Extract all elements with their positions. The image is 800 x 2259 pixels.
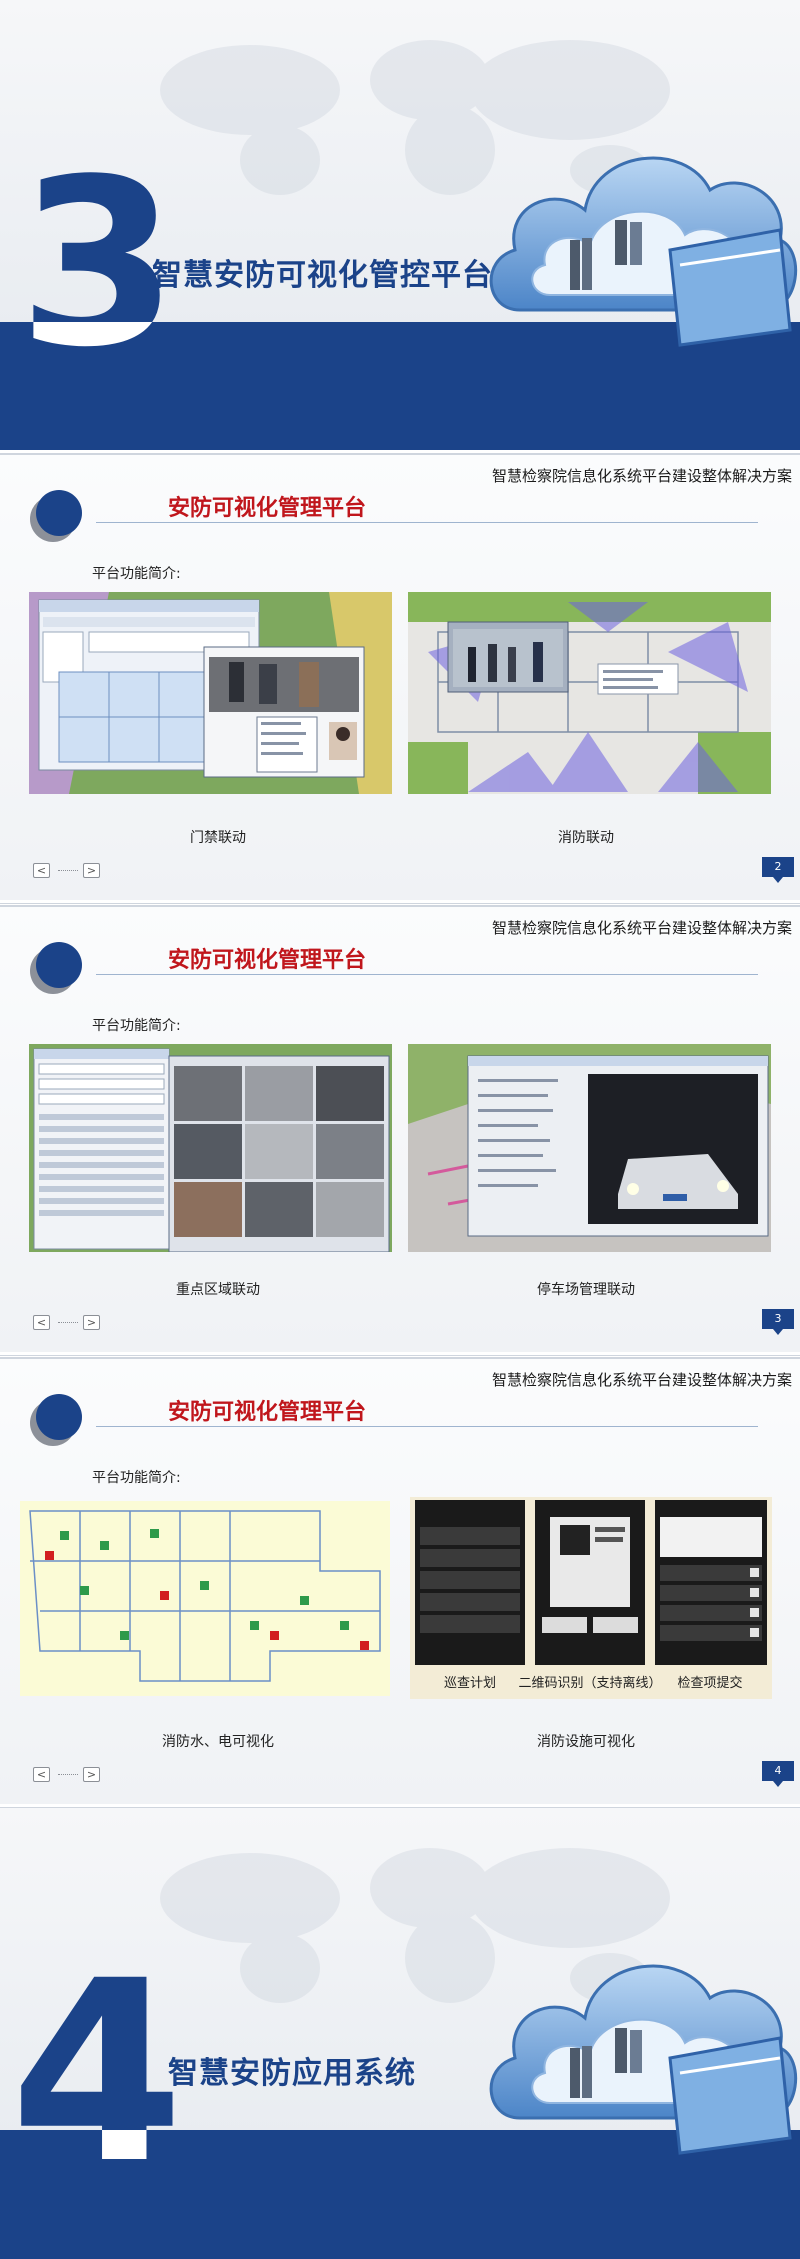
caption-right: 停车场管理联动 [537, 1282, 635, 1298]
section-title: 智慧安防应用系统 [168, 2056, 416, 2091]
decor-circle [36, 1394, 82, 1440]
heading-rule [96, 522, 758, 523]
caption-left: 门禁联动 [190, 830, 246, 846]
section-slide-4: 4 4 智慧安防应用系统 [0, 1808, 800, 2259]
slide-separator [0, 1804, 800, 1807]
intro-label: 平台功能简介: [92, 1018, 181, 1034]
section-slide-3: 3 3 智慧安防可视化管控平台 [0, 0, 800, 450]
cloud-folder-icon [489, 156, 798, 347]
phone-label-1: 巡查计划 [444, 1676, 496, 1691]
caption-right: 消防联动 [558, 830, 614, 846]
page-number-badge: 4 [762, 1761, 794, 1787]
caption-left: 消防水、电可视化 [162, 1734, 274, 1750]
slide-subtitle: 智慧检察院信息化系统平台建设整体解决方案 [491, 1371, 792, 1389]
content-slide-2: 智慧检察院信息化系统平台建设整体解决方案 安防可视化管理平台 平台功能简介: 门… [0, 453, 800, 904]
next-button[interactable]: > [83, 1767, 100, 1782]
slide-heading: 安防可视化管理平台 [168, 1400, 367, 1425]
nav-dots [58, 1322, 78, 1323]
caption-right: 消防设施可视化 [537, 1734, 635, 1750]
slide-heading: 安防可视化管理平台 [168, 496, 367, 521]
next-button[interactable]: > [83, 1315, 100, 1330]
phone-label-3: 检查项提交 [677, 1675, 742, 1691]
slide-subtitle: 智慧检察院信息化系统平台建设整体解决方案 [491, 919, 792, 937]
fire-linkage-screenshot [408, 592, 771, 794]
fire-water-electric-floorplan [20, 1501, 390, 1696]
heading-rule [96, 974, 758, 975]
page-number-badge: 3 [762, 1309, 794, 1335]
next-button[interactable]: > [83, 863, 100, 878]
decor-circle [36, 942, 82, 988]
heading-rule [96, 1426, 758, 1427]
key-area-screenshot [29, 1044, 392, 1252]
content-slide-4: 智慧检察院信息化系统平台建设整体解决方案 安防可视化管理平台 平台功能简介: 巡… [0, 1357, 800, 1808]
page-number-badge: 2 [762, 857, 794, 883]
access-control-screenshot [29, 592, 392, 794]
section-title: 智慧安防可视化管控平台 [152, 258, 493, 293]
fire-facility-phone-screens: 巡查计划 二维码识别（支持离线） 检查项提交 [410, 1497, 772, 1699]
slide-separator [0, 1352, 800, 1355]
slide-heading: 安防可视化管理平台 [168, 948, 367, 973]
slide-separator [0, 900, 800, 903]
slide-subtitle: 智慧检察院信息化系统平台建设整体解决方案 [491, 467, 792, 485]
intro-label: 平台功能简介: [92, 566, 181, 582]
nav-dots [58, 870, 78, 871]
intro-label: 平台功能简介: [92, 1470, 181, 1486]
prev-button[interactable]: < [33, 1767, 50, 1782]
decor-circle [36, 490, 82, 536]
cloud-folder-icon [489, 1964, 798, 2155]
caption-left: 重点区域联动 [176, 1282, 260, 1298]
content-slide-3: 智慧检察院信息化系统平台建设整体解决方案 安防可视化管理平台 平台功能简介: 重… [0, 905, 800, 1356]
prev-button[interactable]: < [33, 863, 50, 878]
parking-screenshot [408, 1044, 771, 1252]
nav-dots [58, 1774, 78, 1775]
phone-label-2: 二维码识别（支持离线） [518, 1675, 661, 1691]
prev-button[interactable]: < [33, 1315, 50, 1330]
section-number: 4 4 [10, 1927, 184, 2218]
